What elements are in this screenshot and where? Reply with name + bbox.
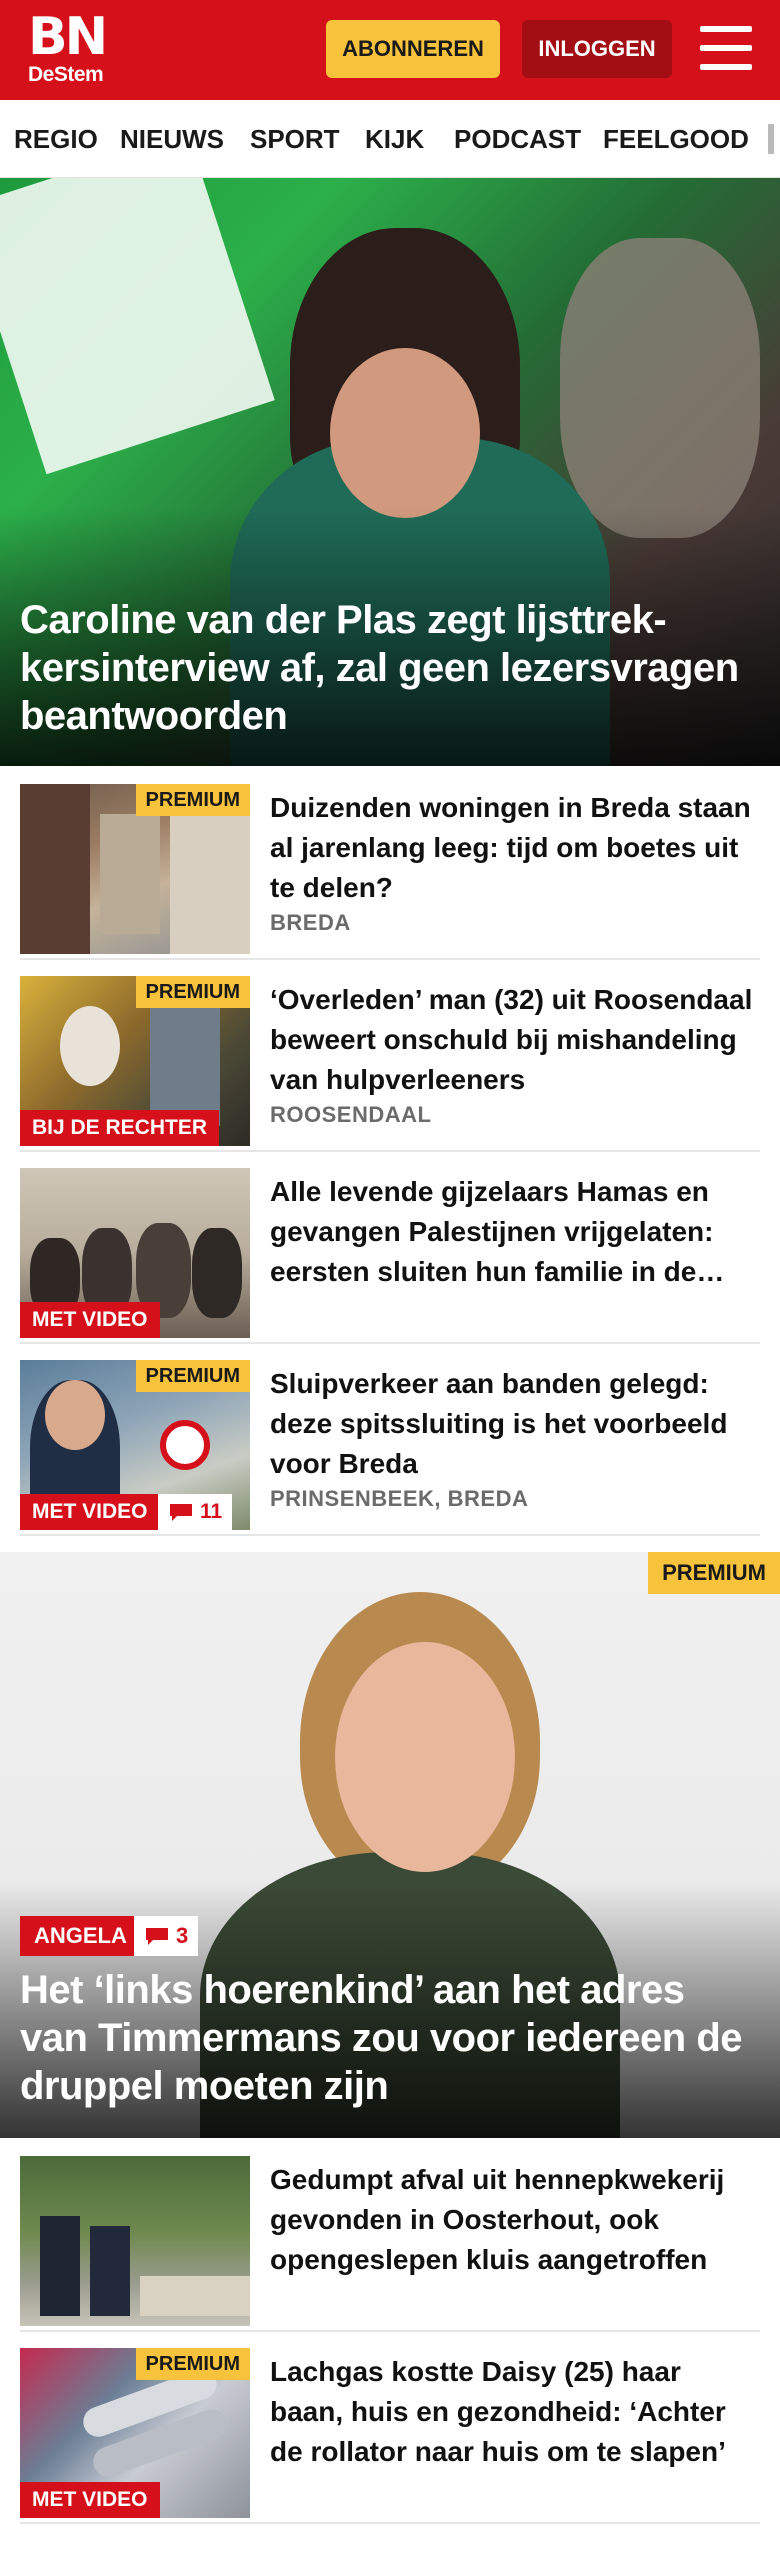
nav-item-regio[interactable]: REGIO [14,100,98,177]
premium-badge: PREMIUM [135,2348,250,2380]
article-thumbnail[interactable]: MET VIDEO [20,1168,250,1338]
hero-title[interactable]: Caroline van der Plas zegt lijsttrek­ker… [20,596,760,740]
site-logo[interactable]: BN DeStem [28,7,128,90]
article-row[interactable]: PREMIUM MET VIDEO 11 Sluipverkeer aan ba… [20,1360,760,1536]
video-tag: MET VIDEO [20,1302,160,1338]
login-button[interactable]: INLOGGEN [522,20,672,78]
category-tag: BIJ DE RECHTER [20,1110,220,1146]
subscribe-button[interactable]: ABONNEREN [326,20,500,78]
comment-count-badge[interactable]: 3 [134,1916,199,1956]
nav-item-podcast[interactable]: PODCAST [454,100,581,177]
nav-item-nieuws[interactable]: NIEUWS [120,100,224,177]
comment-count: 3 [176,1923,189,1948]
video-tag: MET VIDEO [20,1494,160,1530]
columnist-tag[interactable]: ANGELA [20,1916,141,1956]
article-thumbnail[interactable] [20,2156,250,2326]
comment-count: 11 [200,1500,223,1523]
article-location: BREDA [270,910,351,935]
article-row[interactable]: Gedumpt afval uit hennepkweke­rij gevond… [20,2156,760,2332]
article-title[interactable]: Alle levende gijzelaars Hamas en gevange… [270,1172,760,1292]
logo-sub: DeStem [28,63,104,86]
video-tag: MET VIDEO [20,2482,160,2518]
article-title[interactable]: ‘Overleden’ man (32) uit Roosendaal bewe… [270,980,760,1100]
article-row[interactable]: PREMIUM BIJ DE RECHTER ‘Overleden’ man (… [20,976,760,1152]
nav-item-sport[interactable]: SPORT [250,100,340,177]
premium-badge: PREMIUM [135,1360,250,1392]
premium-badge: PREMIUM [648,1552,780,1594]
article-title[interactable]: Duizenden woningen in Breda staan al jar… [270,788,760,908]
article-title[interactable]: Sluipverkeer aan banden gelegd: deze spi… [270,1364,760,1484]
comment-count-badge[interactable]: 11 [158,1494,233,1530]
feature-article[interactable]: PREMIUM ANGELA 3 Het ‘links hoerenkind’ … [0,1552,780,2138]
article-location: ROOSENDAAL [270,1102,432,1127]
nav-overflow-indicator [768,124,774,154]
hero-image [0,178,275,475]
article-title[interactable]: Lachgas kostte Daisy (25) haar baan, hui… [270,2352,760,2472]
section-nav: REGIO NIEUWS SPORT KIJK PODCAST FEELGOOD [0,100,780,178]
article-thumbnail[interactable]: PREMIUM MET VIDEO 11 [20,1360,250,1530]
logo-main: BN [28,7,108,67]
article-location: PRINSENBEEK, BREDA [270,1486,529,1511]
hero-article[interactable]: Caroline van der Plas zegt lijsttrek­ker… [0,178,780,766]
article-row[interactable]: PREMIUM Duizenden woningen in Breda staa… [20,784,760,960]
article-row[interactable]: PREMIUM MET VIDEO Lachgas kostte Daisy (… [20,2348,760,2524]
article-thumbnail[interactable]: PREMIUM MET VIDEO [20,2348,250,2518]
top-header: BN DeStem ABONNEREN INLOGGEN [0,0,780,100]
premium-badge: PREMIUM [135,976,250,1008]
hamburger-menu-icon[interactable] [700,26,752,70]
article-row[interactable]: MET VIDEO Alle levende gijzelaars Hamas … [20,1168,760,1344]
comment-icon [146,1928,168,1945]
feature-title[interactable]: Het ‘links hoerenkind’ aan het adres van… [20,1966,760,2110]
nav-item-kijk[interactable]: KIJK [365,100,424,177]
article-thumbnail[interactable]: PREMIUM BIJ DE RECHTER [20,976,250,1146]
nav-item-feelgood[interactable]: FEELGOOD [603,100,749,177]
article-thumbnail[interactable]: PREMIUM [20,784,250,954]
comment-icon [170,1504,192,1521]
premium-badge: PREMIUM [135,784,250,816]
article-title[interactable]: Gedumpt afval uit hennepkweke­rij gevond… [270,2160,760,2280]
